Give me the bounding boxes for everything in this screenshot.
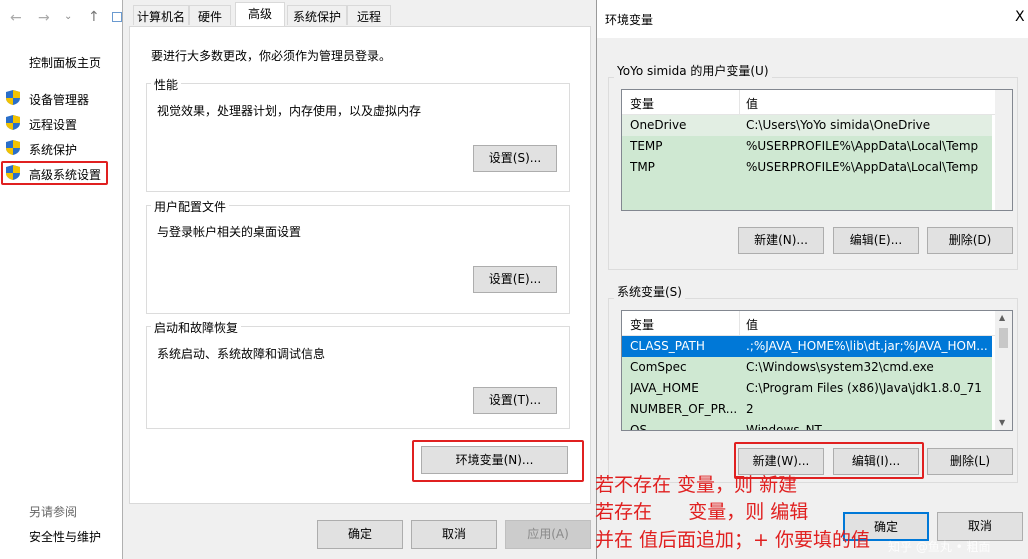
list-item[interactable]: NUMBER_OF_PR... 2 <box>622 399 992 420</box>
variable-value: %USERPROFILE%\AppData\Local\Temp <box>746 139 979 153</box>
control-panel-home-link[interactable]: 控制面板主页 <box>29 54 101 71</box>
env-cancel-button[interactable]: 取消 <box>937 512 1023 541</box>
startup-recovery-settings-button[interactable]: 设置(T)... <box>473 387 557 414</box>
shield-icon <box>6 90 20 105</box>
title-bar: 环境变量 X <box>597 0 1028 38</box>
variable-name: ComSpec <box>630 360 687 374</box>
sidebar-item-system-protection[interactable]: 系统保护 <box>6 139 116 159</box>
control-panel-sidebar: ← → ⌄ ↑ 控制面板主页 设备管理器 远程设置 系统保护 高级系统设置 另请… <box>0 0 122 559</box>
variable-name: JAVA_HOME <box>630 381 699 395</box>
column-header-value[interactable]: 值 <box>746 95 758 112</box>
sidebar-item-remote-settings[interactable]: 远程设置 <box>6 114 116 134</box>
highlight-box-advanced-settings <box>1 161 108 185</box>
variable-name: TMP <box>630 160 655 174</box>
see-also-heading: 另请参阅 <box>29 505 78 519</box>
back-arrow-icon[interactable]: ← <box>10 10 22 26</box>
annotation-line-2: 若存在 变量，则 编辑 <box>595 501 809 523</box>
variable-name: CLASS_PATH <box>630 339 705 353</box>
ok-button[interactable]: 确定 <box>317 520 403 549</box>
up-arrow-icon[interactable]: ↑ <box>88 9 100 25</box>
list-item[interactable]: JAVA_HOME C:\Program Files (x86)\Java\jd… <box>622 378 992 399</box>
performance-group <box>146 83 570 192</box>
column-divider <box>739 90 740 114</box>
tab-advanced[interactable]: 高级 <box>235 2 285 27</box>
startup-recovery-title: 启动和故障恢复 <box>151 319 242 336</box>
admin-note: 要进行大多数更改，你必须作为管理员登录。 <box>151 49 392 63</box>
scrollbar-track[interactable]: ▲ ▼ <box>995 311 1012 430</box>
forward-arrow-icon[interactable]: → <box>38 10 50 26</box>
variable-value: 2 <box>746 402 754 416</box>
user-profiles-group <box>146 205 570 314</box>
tab-system-protection[interactable]: 系统保护 <box>287 5 347 25</box>
variable-name: OneDrive <box>630 118 687 132</box>
performance-title: 性能 <box>151 76 182 93</box>
watermark: 知乎 @鱼丸 • 粗面 <box>888 540 991 554</box>
list-item[interactable]: TMP %USERPROFILE%\AppData\Local\Temp <box>622 157 992 210</box>
scroll-up-icon[interactable]: ▲ <box>999 313 1005 322</box>
variable-value: .;%JAVA_HOME%\lib\dt.jar;%JAVA_HOM... <box>746 339 988 353</box>
performance-settings-button[interactable]: 设置(S)... <box>473 145 557 172</box>
user-profiles-desc: 与登录帐户相关的桌面设置 <box>157 225 302 239</box>
tab-content-panel: 要进行大多数更改，你必须作为管理员登录。 性能 视觉效果，处理器计划，内存使用，… <box>129 26 591 504</box>
apply-button[interactable]: 应用(A) <box>505 520 591 549</box>
user-profiles-settings-button[interactable]: 设置(E)... <box>473 266 557 293</box>
variable-name: NUMBER_OF_PR... <box>630 402 738 416</box>
sidebar-item-label: 系统保护 <box>29 143 78 157</box>
startup-recovery-desc: 系统启动、系统故障和调试信息 <box>157 347 326 361</box>
list-item-selected[interactable]: CLASS_PATH .;%JAVA_HOME%\lib\dt.jar;%JAV… <box>622 336 992 357</box>
tab-hardware[interactable]: 硬件 <box>189 5 231 25</box>
shield-icon <box>6 115 20 130</box>
system-delete-button[interactable]: 删除(L) <box>927 448 1013 475</box>
variable-value: C:\Program Files (x86)\Java\jdk1.8.0_71 <box>746 381 982 395</box>
tab-remote[interactable]: 远程 <box>347 5 391 25</box>
list-item[interactable]: TEMP %USERPROFILE%\AppData\Local\Temp <box>622 136 992 157</box>
variable-value: %USERPROFILE%\AppData\Local\Temp <box>746 160 979 174</box>
column-header-variable[interactable]: 变量 <box>630 95 654 112</box>
annotation-line-1: 若不存在 变量，则 新建 <box>595 474 798 496</box>
scrollbar-track[interactable] <box>995 90 1012 210</box>
close-icon[interactable]: X <box>1015 9 1025 25</box>
sidebar-item-device-manager[interactable]: 设备管理器 <box>6 89 116 109</box>
user-variables-list[interactable]: 变量 值 OneDrive C:\Users\YoYo simida\OneDr… <box>621 89 1013 211</box>
security-maintenance-link[interactable]: 安全性与维护 <box>29 528 101 545</box>
system-variables-title: 系统变量(S) <box>614 283 685 300</box>
chevron-down-icon[interactable]: ⌄ <box>64 11 72 22</box>
user-edit-button[interactable]: 编辑(E)... <box>833 227 919 254</box>
cancel-button[interactable]: 取消 <box>411 520 497 549</box>
column-divider <box>739 311 740 335</box>
sidebar-item-label: 远程设置 <box>29 118 78 132</box>
variable-value: C:\Windows\system32\cmd.exe <box>746 360 934 374</box>
scroll-down-icon[interactable]: ▼ <box>999 418 1005 427</box>
system-variables-list[interactable]: 变量 值 ▲ ▼ CLASS_PATH .;%JAVA_HOME%\lib\dt… <box>621 310 1013 431</box>
system-properties-dialog: 计算机名 硬件 高级 系统保护 远程 要进行大多数更改，你必须作为管理员登录。 … <box>122 0 599 559</box>
window-icon <box>112 12 122 22</box>
list-item[interactable]: OS Windows_NT <box>622 420 992 431</box>
dialog-title: 环境变量 <box>605 13 654 27</box>
performance-desc: 视觉效果，处理器计划，内存使用，以及虚拟内存 <box>157 104 422 118</box>
variable-value: C:\Users\YoYo simida\OneDrive <box>746 118 931 132</box>
variable-name: TEMP <box>630 139 663 153</box>
list-item[interactable]: OneDrive C:\Users\YoYo simida\OneDrive <box>622 115 992 136</box>
annotation-line-3: 并在 值后面追加；+ 你要填的值 <box>595 529 870 551</box>
user-new-button[interactable]: 新建(N)... <box>738 227 824 254</box>
sidebar-item-label: 设备管理器 <box>29 93 90 107</box>
highlight-box-env-button <box>412 440 584 482</box>
user-profiles-title: 用户配置文件 <box>151 198 230 215</box>
variable-value: Windows_NT <box>746 423 822 431</box>
column-header-variable[interactable]: 变量 <box>630 316 654 333</box>
variable-name: OS <box>630 423 648 431</box>
column-header-value[interactable]: 值 <box>746 316 758 333</box>
shield-icon <box>6 140 20 155</box>
list-item[interactable]: ComSpec C:\Windows\system32\cmd.exe <box>622 357 992 378</box>
user-variables-title: YoYo simida 的用户变量(U) <box>614 62 772 79</box>
scrollbar-thumb[interactable] <box>999 328 1008 348</box>
tab-computer-name[interactable]: 计算机名 <box>133 5 189 25</box>
user-delete-button[interactable]: 删除(D) <box>927 227 1013 254</box>
